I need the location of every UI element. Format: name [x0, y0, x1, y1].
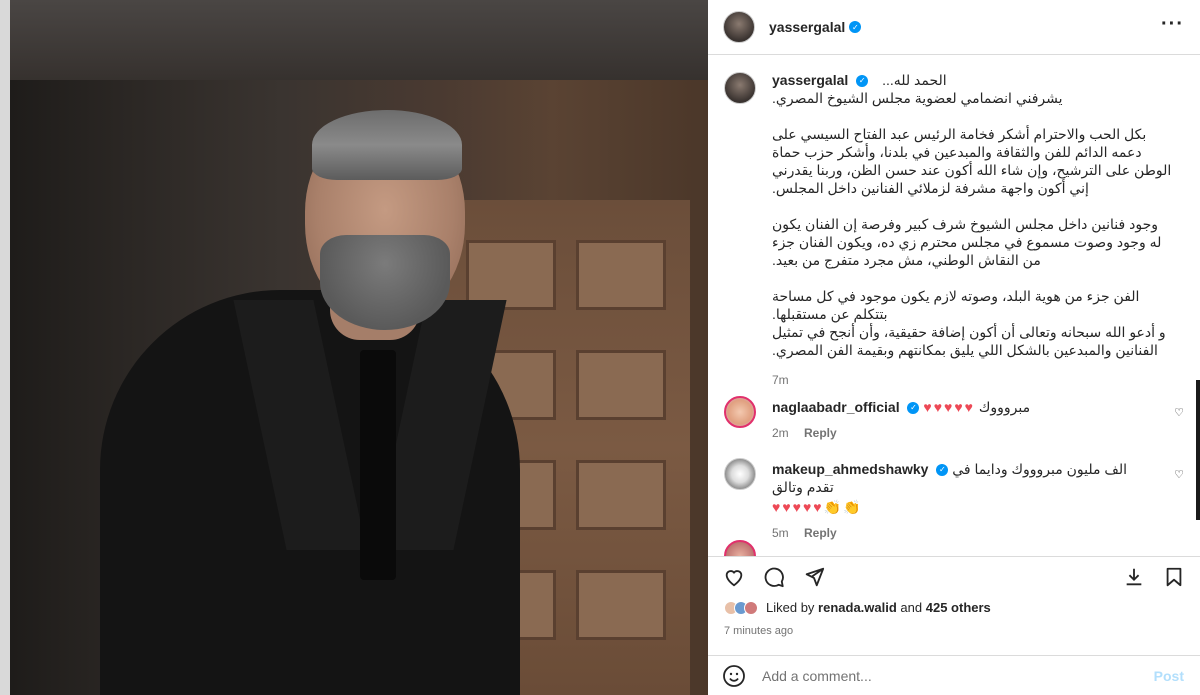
comment-avatar[interactable] — [724, 540, 756, 556]
like-comment-heart-icon[interactable]: ♡ — [1174, 406, 1184, 419]
window-edge — [1196, 380, 1200, 520]
caption-avatar[interactable] — [724, 72, 756, 104]
likes-and: and — [900, 600, 923, 615]
author-username[interactable]: yassergalal — [769, 19, 845, 35]
caption-paragraph: وجود فنانين داخل مجلس الشيوخ شرف كبير وف… — [772, 216, 1162, 268]
photo-person-tie — [360, 350, 396, 580]
photo-person-beard — [320, 235, 450, 330]
post-comment-button[interactable]: Post — [1154, 668, 1184, 684]
comment-input[interactable] — [762, 667, 1122, 684]
like-comment-heart-icon[interactable]: ♡ — [1174, 468, 1184, 481]
photo-left-edge — [0, 0, 10, 695]
comment-text: مبروووك — [978, 399, 1031, 415]
comment-bubble-icon[interactable] — [762, 565, 786, 589]
door-panel — [576, 350, 666, 420]
share-send-icon[interactable] — [802, 565, 826, 589]
door-panel — [576, 460, 666, 530]
verified-badge-icon: ✓ — [907, 402, 920, 415]
comment-body: naglaabadr_official ✓ ♥♥♥♥♥ مبروووك 2m R… — [772, 398, 1152, 442]
caption-first-line: الحمد لله... — [882, 72, 947, 88]
comment-emoji: ♥♥♥♥♥👏👏 — [772, 499, 863, 515]
post-panel: yassergalal ✓ ··· yassergalal ✓ الحمد لل… — [708, 0, 1200, 695]
comment-body: makeup_ahmedshawky ✓ الف مليون مبروووك و… — [772, 460, 1152, 542]
liker-username[interactable]: renada.walid — [818, 600, 897, 615]
comment-emoji: ♥♥♥♥♥ — [923, 399, 975, 415]
bookmark-icon[interactable] — [1162, 565, 1186, 589]
liker-avatar — [744, 600, 758, 615]
caption-paragraph: يشرفني انضمامي لعضوية مجلس الشيوخ المصري… — [772, 90, 1063, 106]
avatar[interactable] — [723, 11, 755, 43]
comment-username[interactable]: naglaabadr_official — [772, 399, 900, 415]
caption-time: 7m — [772, 373, 789, 387]
likes-summary[interactable]: Liked by renada.walid and 425 others — [724, 600, 991, 615]
like-heart-icon[interactable] — [722, 565, 746, 589]
reply-button[interactable]: Reply — [804, 526, 837, 540]
likes-others[interactable]: 425 others — [926, 600, 991, 615]
download-icon[interactable] — [1122, 565, 1146, 589]
post-photo[interactable] — [0, 0, 708, 695]
comment-time: 5m — [772, 526, 789, 540]
comment-username[interactable]: makeup_ahmedshawky — [772, 461, 928, 477]
comment-composer: Post — [708, 655, 1200, 695]
comments-scroll-area[interactable]: yassergalal ✓ الحمد لله... يشرفني انضمام… — [708, 56, 1200, 556]
door-panel — [576, 240, 666, 310]
reply-button[interactable]: Reply — [804, 426, 837, 440]
verified-badge-icon: ✓ — [936, 464, 949, 477]
caption-username[interactable]: yassergalal — [772, 72, 848, 88]
post-timestamp: 7 minutes ago — [724, 625, 794, 637]
caption-paragraph: بكل الحب والاحترام أشكر فخامة الرئيس عبد… — [772, 126, 1172, 196]
comment-avatar[interactable] — [724, 396, 756, 428]
photo-person-hair — [312, 110, 462, 180]
post-header: yassergalal ✓ ··· — [708, 0, 1200, 55]
likes-prefix: Liked by — [766, 600, 815, 615]
verified-badge-icon: ✓ — [856, 75, 869, 88]
comment-avatar[interactable] — [724, 458, 756, 490]
verified-badge-icon: ✓ — [849, 21, 862, 33]
photo-background-wall — [0, 0, 708, 80]
emoji-smiley-icon[interactable] — [722, 664, 746, 688]
post-actions-bar — [708, 556, 1200, 596]
more-options-icon[interactable]: ··· — [1161, 13, 1184, 36]
caption-paragraph: الفن جزء من هوية البلد، وصوته لازم يكون … — [772, 288, 1166, 358]
caption: yassergalal ✓ الحمد لله... يشرفني انضمام… — [772, 71, 1172, 389]
door-panel — [576, 570, 666, 640]
comment-time: 2m — [772, 426, 789, 440]
